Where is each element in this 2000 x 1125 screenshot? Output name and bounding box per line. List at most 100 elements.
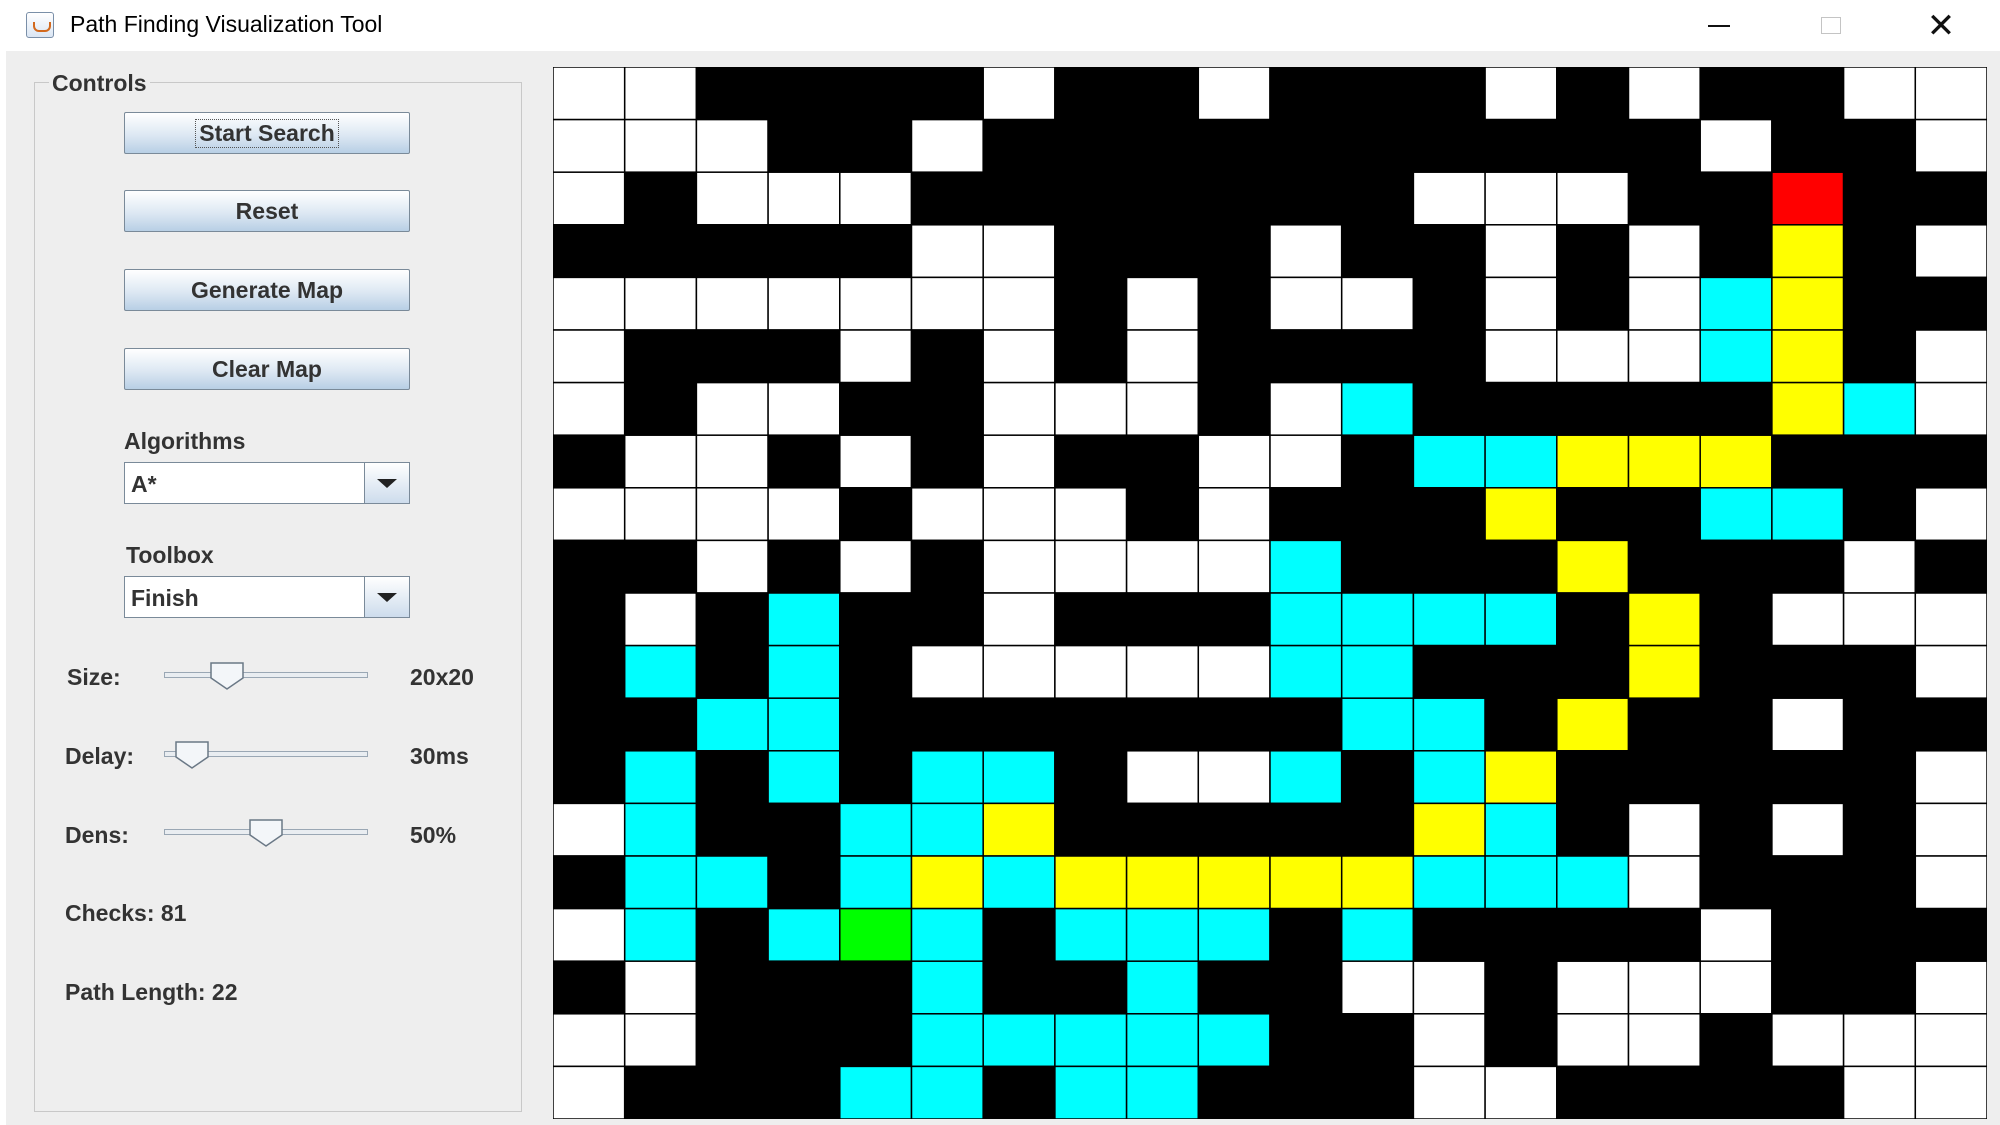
grid-cell-open[interactable] <box>1054 644 1128 699</box>
grid-cell-wall[interactable] <box>839 697 913 752</box>
grid-cell-wall[interactable] <box>910 329 984 384</box>
grid-cell-wall[interactable] <box>1842 171 1917 226</box>
grid-cell-open[interactable] <box>1842 1065 1917 1119</box>
grid-cell-wall[interactable] <box>1054 750 1128 805</box>
grid-cell-open[interactable] <box>695 118 769 173</box>
grid-cell-open[interactable] <box>982 329 1056 384</box>
grid-cell-checked[interactable] <box>1269 592 1343 647</box>
grid-cell-open[interactable] <box>1340 276 1415 331</box>
grid-cell-wall[interactable] <box>1771 960 1845 1015</box>
grid-cell-wall[interactable] <box>1054 171 1128 226</box>
grid-cell-wall[interactable] <box>1842 750 1917 805</box>
grid-cell-wall[interactable] <box>1412 644 1486 699</box>
grid-cell-open[interactable] <box>1269 276 1343 331</box>
grid-cell-wall[interactable] <box>1842 434 1917 489</box>
grid-cell-path[interactable] <box>1054 855 1128 910</box>
grid-cell-open[interactable] <box>767 276 841 331</box>
grid-cell-open[interactable] <box>1914 67 1987 121</box>
grid-cell-wall[interactable] <box>1556 644 1630 699</box>
grid-cell-checked[interactable] <box>1125 1065 1200 1119</box>
grid-cell-wall[interactable] <box>1556 592 1630 647</box>
grid-cell-wall[interactable] <box>553 697 626 752</box>
grid-cell-checked[interactable] <box>767 907 841 962</box>
grid-cell-checked[interactable] <box>1054 907 1128 962</box>
grid-cell-wall[interactable] <box>1197 592 1271 647</box>
grid-cell-finish[interactable] <box>1771 171 1845 226</box>
grid-cell-open[interactable] <box>1556 329 1630 384</box>
grid-cell-wall[interactable] <box>910 67 984 121</box>
grid-cell-open[interactable] <box>1914 224 1987 279</box>
grid-cell-wall[interactable] <box>1484 907 1558 962</box>
grid-cell-wall[interactable] <box>1842 644 1917 699</box>
grid-cell-path[interactable] <box>1771 329 1845 384</box>
grid-cell-open[interactable] <box>623 592 698 647</box>
grid-cell-open[interactable] <box>623 67 698 121</box>
grid-cell-open[interactable] <box>982 434 1056 489</box>
grid-cell-wall[interactable] <box>1914 171 1987 226</box>
grid-canvas[interactable] <box>553 67 1987 1119</box>
grid-cell-checked[interactable] <box>1269 750 1343 805</box>
grid-cell-open[interactable] <box>1125 644 1200 699</box>
grid-cell-wall[interactable] <box>1340 539 1415 594</box>
grid-cell-checked[interactable] <box>839 802 913 857</box>
grid-cell-wall[interactable] <box>1627 118 1701 173</box>
grid-cell-wall[interactable] <box>1699 224 1773 279</box>
title-bar[interactable]: Path Finding Visualization Tool ✕ <box>0 0 2000 51</box>
grid-cell-checked[interactable] <box>1054 1013 1128 1068</box>
grid-cell-wall[interactable] <box>1340 1065 1415 1119</box>
grid-cell-wall[interactable] <box>982 171 1056 226</box>
grid-cell-wall[interactable] <box>1269 960 1343 1015</box>
grid-cell-checked[interactable] <box>1125 1013 1200 1068</box>
grid-cell-wall[interactable] <box>1054 592 1128 647</box>
grid-cell-wall[interactable] <box>1340 329 1415 384</box>
grid-cell-open[interactable] <box>1412 960 1486 1015</box>
grid-cell-open[interactable] <box>1556 171 1630 226</box>
grid-cell-wall[interactable] <box>1269 329 1343 384</box>
grid-cell-wall[interactable] <box>1412 118 1486 173</box>
grid-cell-open[interactable] <box>553 802 626 857</box>
grid-cell-wall[interactable] <box>1842 802 1917 857</box>
grid-cell-checked[interactable] <box>1340 644 1415 699</box>
grid-cell-checked[interactable] <box>910 960 984 1015</box>
grid-cell-wall[interactable] <box>767 855 841 910</box>
grid-cell-open[interactable] <box>1699 960 1773 1015</box>
grid-cell-wall[interactable] <box>1125 802 1200 857</box>
grid-cell-wall[interactable] <box>839 487 913 542</box>
grid-cell-wall[interactable] <box>1340 750 1415 805</box>
grid-cell-wall[interactable] <box>1412 907 1486 962</box>
grid-cell-open[interactable] <box>1556 1013 1630 1068</box>
grid-cell-wall[interactable] <box>1412 224 1486 279</box>
grid-cell-wall[interactable] <box>623 171 698 226</box>
size-slider-thumb[interactable] <box>209 661 245 691</box>
grid-cell-open[interactable] <box>553 171 626 226</box>
grid-cell-wall[interactable] <box>553 592 626 647</box>
grid-cell-open[interactable] <box>1197 644 1271 699</box>
grid-cell-wall[interactable] <box>767 802 841 857</box>
grid-cell-open[interactable] <box>1412 171 1486 226</box>
grid-cell-checked[interactable] <box>1484 802 1558 857</box>
grid-cell-wall[interactable] <box>1556 487 1630 542</box>
grid-cell-wall[interactable] <box>1627 1065 1701 1119</box>
grid-cell-wall[interactable] <box>1054 329 1128 384</box>
grid-cell-open[interactable] <box>1269 381 1343 436</box>
grid-cell-checked[interactable] <box>1197 907 1271 962</box>
grid-cell-wall[interactable] <box>1340 118 1415 173</box>
delay-slider-thumb[interactable] <box>174 740 210 770</box>
grid-cell-wall[interactable] <box>1914 434 1987 489</box>
grid-cell-wall[interactable] <box>1699 750 1773 805</box>
grid-cell-wall[interactable] <box>1054 118 1128 173</box>
grid-cell-checked[interactable] <box>623 855 698 910</box>
grid-cell-wall[interactable] <box>1269 907 1343 962</box>
grid-cell-wall[interactable] <box>1556 118 1630 173</box>
grid-cell-wall[interactable] <box>695 750 769 805</box>
grid-cell-path[interactable] <box>1556 434 1630 489</box>
grid-cell-open[interactable] <box>1914 592 1987 647</box>
grid-cell-open[interactable] <box>553 276 626 331</box>
grid-cell-open[interactable] <box>1125 381 1200 436</box>
grid-cell-open[interactable] <box>1484 67 1558 121</box>
grid-cell-open[interactable] <box>623 276 698 331</box>
grid-cell-checked[interactable] <box>1699 329 1773 384</box>
toolbox-dropdown-button[interactable] <box>364 577 409 617</box>
grid-cell-open[interactable] <box>839 329 913 384</box>
grid-cell-wall[interactable] <box>1771 855 1845 910</box>
